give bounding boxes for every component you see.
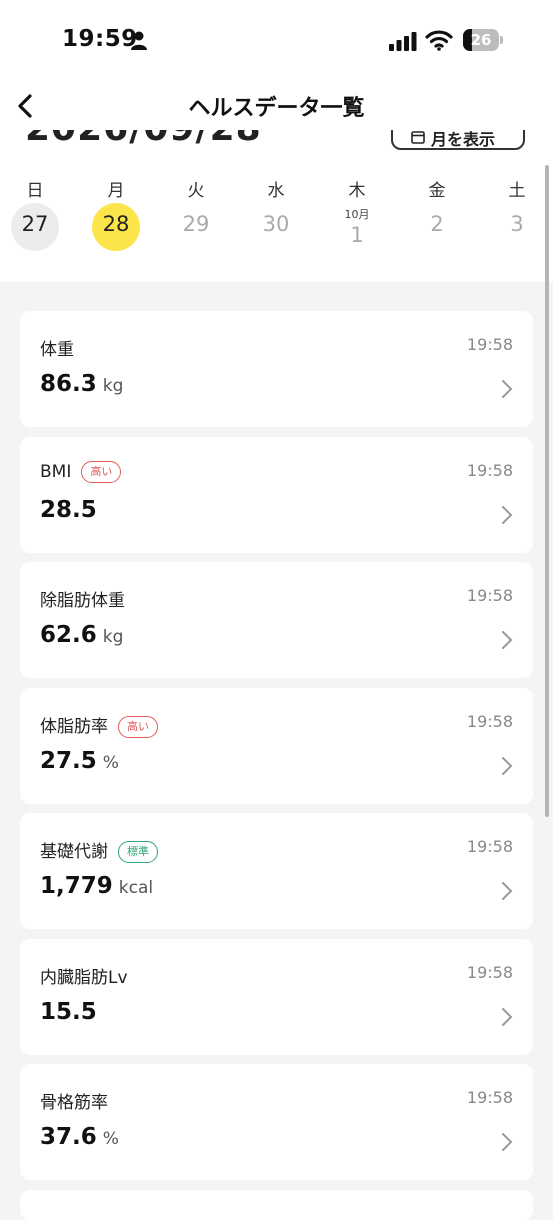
chevron-right-icon [502, 380, 512, 398]
app-header: ヘルスデータ一覧 [0, 80, 553, 130]
chevron-right-icon [502, 506, 512, 524]
metric-label-row: 基礎代謝 標準 [40, 837, 158, 863]
chevron-right-icon [502, 1008, 512, 1026]
selected-date: 2026/09/28 [25, 130, 262, 149]
date-number: 30 [262, 212, 290, 236]
top-panel: 19:59 26 ヘルスデータ一覧 月を表示 日 27 月 28 火 29 水 … [0, 0, 553, 282]
week-day[interactable]: 日 27 [5, 170, 65, 260]
page-title: ヘルスデータ一覧 [188, 96, 365, 121]
date-number: 29 [182, 212, 210, 236]
metric-unit: % [102, 753, 119, 773]
week-day[interactable]: 月 28 [86, 170, 146, 260]
day-of-week: 木 [348, 181, 366, 201]
month-label: 10月 [344, 208, 370, 221]
metric-label: 除脂肪体重 [40, 591, 125, 611]
metric-unit: kg [102, 376, 124, 396]
metric-label-row: 内臓脂肪Lv [40, 963, 128, 988]
metric-card[interactable]: BMI 高い 19:58 28.5 [20, 437, 533, 553]
metric-time: 19:58 [466, 1088, 513, 1107]
date-number: 27 [21, 212, 49, 236]
chevron-right-icon [502, 757, 512, 775]
chevron-right-icon [502, 882, 512, 900]
status-badge: 高い [118, 716, 158, 738]
week-day[interactable]: 土3 [487, 170, 547, 260]
metric-value-row: 1,779 kcal [40, 873, 153, 899]
day-of-week: 金 [428, 181, 446, 201]
metric-value-row: 15.5 [40, 999, 97, 1025]
status-badge: 標準 [118, 841, 158, 863]
date-number: 1 [350, 223, 364, 247]
metric-time: 19:58 [466, 963, 513, 982]
date-number: 28 [102, 212, 130, 236]
metric-value-row: 27.5% [40, 748, 119, 774]
week-day[interactable]: 木 10月 1 [327, 170, 387, 260]
date-number: 2 [430, 212, 444, 236]
metric-label-row: BMI 高い [40, 461, 122, 483]
metric-label-row: 除脂肪体重 [40, 586, 125, 611]
person-icon [131, 31, 147, 50]
metric-label: 骨格筋率 [40, 1093, 108, 1113]
metric-label-row: 体重 [40, 335, 74, 360]
week-day[interactable]: 金2 [407, 170, 467, 260]
metric-label: 基礎代謝 [40, 842, 108, 862]
metric-value: 15.5 [40, 999, 97, 1025]
metric-card[interactable]: 体脂肪率 高い 19:58 27.5% [20, 688, 533, 804]
date-number: 3 [510, 212, 524, 236]
metric-time: 19:58 [466, 837, 513, 856]
metric-label: 内臓脂肪Lv [40, 968, 128, 988]
metric-time: 19:58 [466, 461, 513, 480]
day-of-week: 土 [508, 181, 526, 201]
week-day[interactable]: 火 29 [166, 170, 226, 260]
metric-value: 1,779 [40, 873, 113, 899]
scrollbar[interactable] [545, 165, 549, 817]
show-month-label: 月を表示 [431, 130, 496, 149]
wifi-icon [425, 30, 453, 51]
chevron-right-icon [502, 1133, 512, 1151]
metric-label: 体重 [40, 340, 74, 360]
metric-value-row: 37.6% [40, 1124, 119, 1150]
chevron-right-icon [502, 631, 512, 649]
metric-value: 37.6 [40, 1124, 97, 1150]
metric-card[interactable]: 体重 19:58 86.3 kg [20, 311, 533, 427]
metric-value-row: 86.3 kg [40, 371, 123, 397]
status-bar: 19:59 26 [0, 0, 553, 80]
status-time: 19:59 [62, 26, 138, 52]
metric-value: 27.5 [40, 748, 97, 774]
metric-value: 62.6 [40, 622, 97, 648]
metric-time: 19:58 [466, 586, 513, 605]
battery-percent: 26 [470, 31, 492, 49]
metric-card[interactable]: 基礎代謝 標準 19:58 1,779 kcal [20, 813, 533, 929]
metric-label: BMI [40, 462, 72, 482]
metric-label: 体脂肪率 [40, 717, 108, 737]
metric-label-row: 体脂肪率 高い [40, 712, 158, 738]
metric-value-row: 62.6 kg [40, 622, 123, 648]
metric-card[interactable]: 除脂肪体重 19:58 62.6 kg [20, 562, 533, 678]
metric-card[interactable]: 骨格筋率 19:58 37.6% [20, 1064, 533, 1180]
status-badge: 高い [81, 461, 122, 483]
metric-value: 86.3 [40, 371, 97, 397]
day-of-week: 火 [187, 181, 205, 201]
metric-label-row: 骨格筋率 [40, 1088, 108, 1113]
metric-time: 19:58 [466, 335, 513, 354]
metric-card-partial[interactable] [20, 1190, 533, 1220]
battery-icon: 26 [463, 29, 503, 51]
day-of-week: 月 [107, 181, 125, 201]
metric-unit: % [102, 1129, 119, 1149]
day-of-week: 水 [267, 181, 285, 201]
calendar-icon [411, 131, 425, 144]
day-of-week: 日 [26, 181, 44, 201]
week-day[interactable]: 水 30 [246, 170, 306, 260]
metric-value: 28.5 [40, 497, 97, 523]
week-strip: 日 27 月 28 火 29 水 30 木 10月 1 金 2 土 3 [0, 170, 553, 260]
metric-time: 19:58 [466, 712, 513, 731]
date-header: 2026/09/28 月を表示 [0, 130, 553, 154]
metric-unit: kg [102, 627, 124, 647]
metric-card[interactable]: 内臓脂肪Lv 19:58 15.5 [20, 939, 533, 1055]
signal-icon [389, 32, 417, 51]
metric-unit: kcal [118, 878, 154, 898]
show-month-button[interactable]: 月を表示 [391, 130, 525, 150]
metric-value-row: 28.5 [40, 497, 97, 523]
